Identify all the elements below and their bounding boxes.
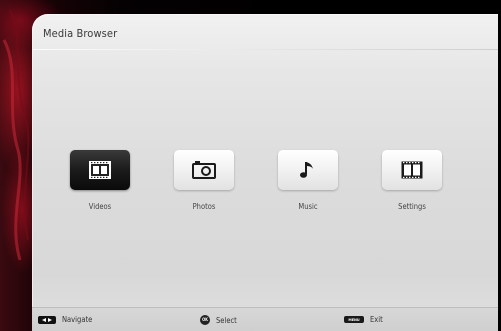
- navigate-label: Navigate: [62, 315, 93, 324]
- photos-label: Photos: [192, 202, 216, 211]
- left-right-arrow-icon: [38, 315, 56, 324]
- title-divider: [32, 49, 498, 50]
- media-browser-screen: Media Browser Videos Photos Music Settin…: [0, 0, 501, 331]
- videos-tile[interactable]: [70, 150, 130, 190]
- footer-bar: Navigate OK Select MENU Exit: [32, 307, 498, 331]
- page-title: Media Browser: [43, 27, 118, 40]
- main-panel: Media Browser Videos Photos Music Settin…: [32, 14, 498, 331]
- camera-icon: [192, 161, 216, 179]
- ok-button-icon: OK: [200, 315, 210, 325]
- select-hint: OK Select: [200, 315, 237, 325]
- music-tile[interactable]: [278, 150, 338, 190]
- settings-tile[interactable]: [382, 150, 442, 190]
- music-label: Music: [298, 202, 318, 211]
- select-label: Select: [216, 315, 237, 325]
- menu-button-icon: MENU: [344, 316, 364, 323]
- navigate-hint: Navigate: [38, 315, 92, 324]
- film-icon: [89, 161, 111, 179]
- videos-label: Videos: [88, 202, 112, 211]
- music-note-icon: [300, 162, 313, 178]
- settings-label: Settings: [398, 202, 426, 211]
- exit-label: Exit: [370, 315, 383, 324]
- photos-tile[interactable]: [174, 150, 234, 190]
- exit-hint: MENU Exit: [344, 315, 383, 324]
- film-settings-icon: [401, 161, 423, 179]
